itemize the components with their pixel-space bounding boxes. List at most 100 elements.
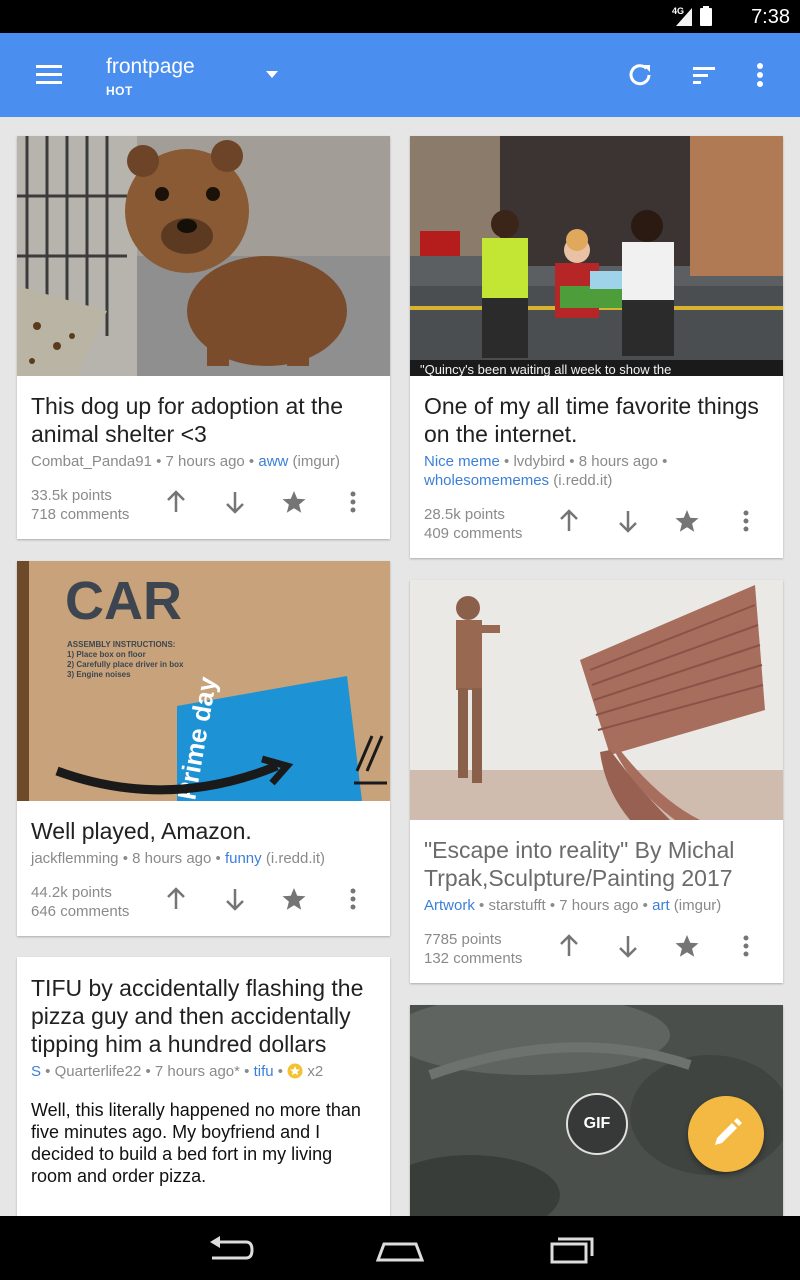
box-instruction: 3) Engine noises bbox=[67, 670, 131, 679]
post-title[interactable]: This dog up for adoption at the animal s… bbox=[31, 392, 376, 448]
post-stats: 7785 points 132 comments bbox=[424, 930, 522, 968]
upvote-icon[interactable] bbox=[549, 501, 589, 541]
post-tag: S bbox=[31, 1063, 42, 1080]
gold-award-icon bbox=[287, 1063, 303, 1079]
post-age: 7 hours ago bbox=[165, 453, 245, 470]
back-icon[interactable] bbox=[202, 1230, 258, 1266]
post-selftext: Well, this literally happened no more th… bbox=[31, 1100, 361, 1186]
post-meta: S • Quarterlife22 • 7 hours ago* • tifu … bbox=[31, 1063, 324, 1080]
status-time: 7:38 bbox=[751, 6, 790, 28]
menu-icon[interactable] bbox=[36, 63, 64, 87]
post-title[interactable]: One of my all time favorite things on th… bbox=[424, 392, 769, 448]
app-bar: frontpage HOT bbox=[0, 33, 800, 117]
post-points: 28.5k points bbox=[424, 506, 505, 523]
recents-icon[interactable] bbox=[544, 1230, 600, 1266]
post-subreddit[interactable]: funny bbox=[225, 850, 262, 867]
post-meta: jackflemming • 8 hours ago • funny (i.re… bbox=[31, 850, 326, 867]
more-icon[interactable] bbox=[333, 482, 373, 522]
post-subreddit[interactable]: aww bbox=[258, 453, 288, 470]
box-instruction: 1) Place box on floor bbox=[67, 650, 146, 659]
star-icon[interactable] bbox=[274, 482, 314, 522]
post-actions bbox=[543, 501, 783, 541]
star-icon[interactable] bbox=[667, 501, 707, 541]
star-icon[interactable] bbox=[667, 926, 707, 966]
post-domain: (i.redd.it) bbox=[553, 472, 613, 489]
feed-sort-label[interactable]: HOT bbox=[106, 84, 133, 98]
gold-count: x2 bbox=[307, 1063, 324, 1080]
pencil-icon bbox=[715, 1118, 742, 1145]
upvote-icon[interactable] bbox=[156, 879, 196, 919]
more-icon[interactable] bbox=[726, 926, 766, 966]
post-points: 7785 points bbox=[424, 931, 502, 948]
box-heading: CAR bbox=[65, 571, 182, 631]
post-stats: 44.2k points 646 comments bbox=[31, 883, 129, 921]
upvote-icon[interactable] bbox=[156, 482, 196, 522]
post-thumbnail[interactable]: "Quincy's been waiting all week to show … bbox=[410, 136, 783, 376]
post-comments[interactable]: 409 comments bbox=[424, 524, 522, 543]
post-meta: Combat_Panda91 • 7 hours ago • aww (imgu… bbox=[31, 453, 341, 470]
sort-icon[interactable] bbox=[688, 59, 720, 91]
post-age: 8 hours ago bbox=[578, 453, 658, 470]
image-caption: "Quincy's been waiting all week to show … bbox=[420, 362, 671, 376]
post-title[interactable]: "Escape into reality" By Michal Trpak,Sc… bbox=[424, 836, 769, 892]
dropdown-icon[interactable] bbox=[266, 71, 278, 78]
post-flair: Artwork bbox=[424, 897, 475, 914]
status-bar: 4G 7:38 bbox=[0, 0, 800, 33]
post-card[interactable]: CAR ASSEMBLY INSTRUCTIONS: 1) Place box … bbox=[17, 561, 390, 936]
downvote-icon[interactable] bbox=[608, 926, 648, 966]
more-icon[interactable] bbox=[333, 879, 373, 919]
post-stats: 33.5k points 718 comments bbox=[31, 486, 129, 524]
post-author[interactable]: jackflemming bbox=[31, 850, 119, 867]
box-instruction: 2) Carefully place driver in box bbox=[67, 660, 184, 669]
post-comments[interactable]: 718 comments bbox=[31, 505, 129, 524]
post-card[interactable]: "Quincy's been waiting all week to show … bbox=[410, 136, 783, 558]
post-title[interactable]: Well played, Amazon. bbox=[31, 817, 376, 845]
signal-battery-icon: 4G bbox=[672, 6, 712, 26]
post-feed: This dog up for adoption at the animal s… bbox=[0, 117, 800, 1216]
post-subreddit[interactable]: art bbox=[652, 897, 670, 914]
post-flair: Nice meme bbox=[424, 453, 500, 470]
downvote-icon[interactable] bbox=[215, 879, 255, 919]
post-actions bbox=[150, 879, 390, 919]
star-icon[interactable] bbox=[274, 879, 314, 919]
post-card[interactable]: This dog up for adoption at the animal s… bbox=[17, 136, 390, 539]
post-author[interactable]: Quarterlife22 bbox=[55, 1063, 142, 1080]
more-icon[interactable] bbox=[726, 501, 766, 541]
post-subreddit[interactable]: wholesomememes bbox=[424, 472, 549, 489]
gif-play-button[interactable]: GIF bbox=[566, 1093, 628, 1155]
post-age: 7 hours ago* bbox=[154, 1063, 240, 1080]
post-subreddit[interactable]: tifu bbox=[254, 1063, 274, 1080]
post-domain: (i.redd.it) bbox=[265, 850, 326, 867]
post-thumbnail[interactable] bbox=[17, 136, 390, 376]
overflow-icon[interactable] bbox=[744, 59, 776, 91]
downvote-icon[interactable] bbox=[215, 482, 255, 522]
post-title[interactable]: TIFU by accidentally flashing the pizza … bbox=[31, 974, 376, 1058]
post-author[interactable]: lvdybird bbox=[513, 453, 565, 470]
home-icon[interactable] bbox=[372, 1230, 428, 1266]
post-domain: (imgur) bbox=[292, 453, 341, 470]
downvote-icon[interactable] bbox=[608, 501, 648, 541]
post-comments[interactable]: 132 comments bbox=[424, 949, 522, 968]
network-type-label: 4G bbox=[672, 6, 684, 16]
post-card[interactable]: "Escape into reality" By Michal Trpak,Sc… bbox=[410, 580, 783, 983]
post-card[interactable]: TIFU by accidentally flashing the pizza … bbox=[17, 957, 390, 1216]
post-actions bbox=[150, 482, 390, 522]
post-author[interactable]: starstufft bbox=[488, 897, 545, 914]
post-thumbnail[interactable] bbox=[410, 580, 783, 820]
post-thumbnail[interactable]: CAR ASSEMBLY INSTRUCTIONS: 1) Place box … bbox=[17, 561, 390, 801]
compose-fab[interactable] bbox=[688, 1096, 764, 1172]
feed-title[interactable]: frontpage bbox=[106, 55, 195, 79]
post-comments[interactable]: 646 comments bbox=[31, 902, 129, 921]
refresh-icon[interactable] bbox=[624, 59, 656, 91]
post-points: 44.2k points bbox=[31, 884, 112, 901]
post-meta: Nice meme • lvdybird • 8 hours ago • who… bbox=[424, 453, 668, 489]
system-nav-bar bbox=[0, 1216, 800, 1280]
box-instruction: ASSEMBLY INSTRUCTIONS: bbox=[67, 640, 175, 649]
post-stats: 28.5k points 409 comments bbox=[424, 505, 522, 543]
post-points: 33.5k points bbox=[31, 487, 112, 504]
post-domain: (imgur) bbox=[673, 897, 722, 914]
upvote-icon[interactable] bbox=[549, 926, 589, 966]
post-age: 8 hours ago bbox=[132, 850, 212, 867]
post-actions bbox=[543, 926, 783, 966]
post-author[interactable]: Combat_Panda91 bbox=[31, 453, 152, 470]
